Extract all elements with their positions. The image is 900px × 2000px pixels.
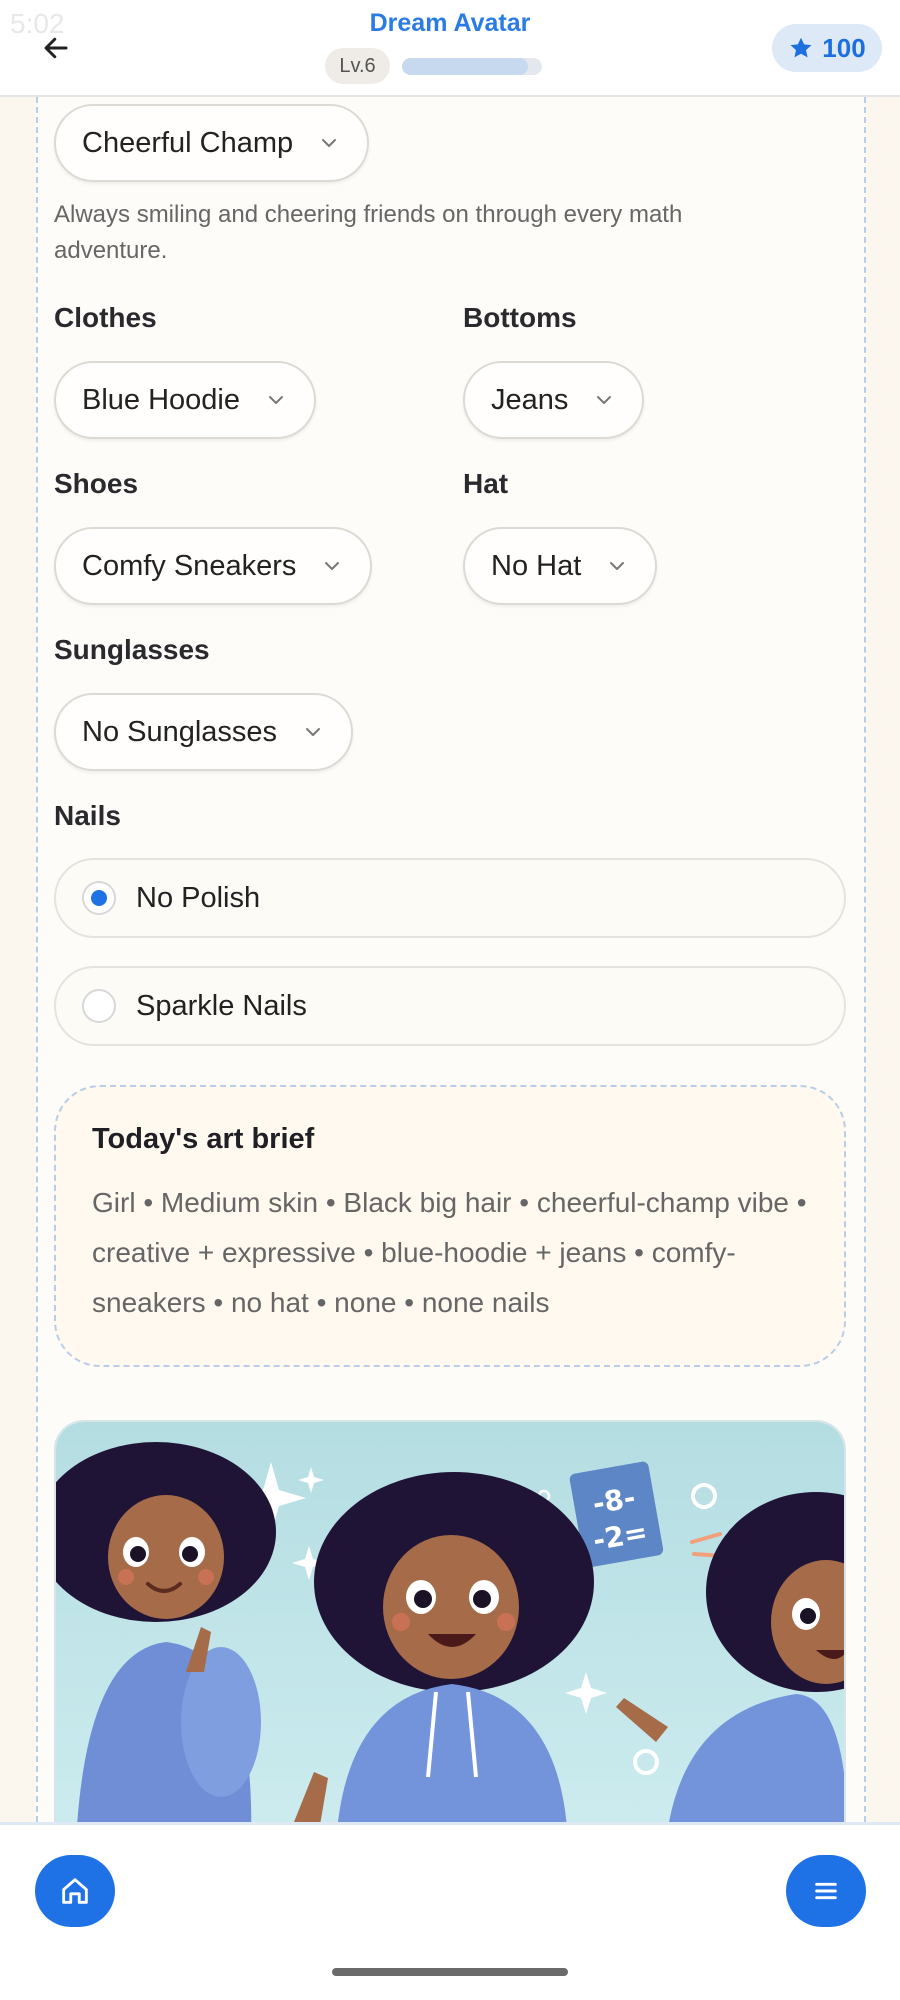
nails-option-no-polish[interactable]: No Polish (54, 858, 846, 938)
nails-option-sparkle-nails[interactable]: Sparkle Nails (54, 966, 846, 1046)
star-icon (790, 37, 812, 58)
radio-button[interactable] (82, 989, 116, 1023)
chevron-down-icon (301, 720, 325, 744)
art-brief-text: Girl • Medium skin • Black big hair • ch… (92, 1187, 807, 1318)
menu-icon (815, 1882, 837, 1900)
chevron-down-icon (605, 554, 629, 578)
hat-label: Hat (463, 468, 509, 499)
personality-value: Cheerful Champ (82, 126, 294, 159)
sunglasses-dropdown[interactable]: No Sunglasses (54, 693, 354, 771)
level-progress-bar (402, 58, 542, 75)
menu-button[interactable] (786, 1855, 866, 1927)
app-header: Dream Avatar Lv.6 100 (0, 0, 900, 97)
personality-dropdown[interactable]: Cheerful Champ (54, 104, 370, 182)
chevron-down-icon (592, 388, 616, 412)
avatar-art-image: -8- -2= (54, 1420, 846, 1822)
bottoms-label: Bottoms (463, 302, 577, 333)
chevron-down-icon (320, 554, 344, 578)
shoes-value: Comfy Sneakers (82, 549, 297, 582)
radio-button-selected[interactable] (82, 881, 116, 915)
hat-dropdown[interactable]: No Hat (463, 527, 658, 605)
art-brief-title: Today's art brief (92, 1123, 315, 1155)
nails-option-label: Sparkle Nails (136, 989, 307, 1022)
shoes-dropdown[interactable]: Comfy Sneakers (54, 527, 373, 605)
level-progress-fill (402, 58, 528, 75)
chevron-down-icon (317, 131, 341, 155)
clothes-label: Clothes (54, 302, 157, 333)
personality-description: Always smiling and cheering friends on t… (54, 201, 683, 264)
level-badge: Lv.6 (325, 48, 390, 84)
sunglasses-value: No Sunglasses (82, 715, 278, 748)
page-title: Dream Avatar (369, 9, 531, 37)
art-brief-card: Today's art brief Girl • Medium skin • B… (54, 1085, 846, 1367)
home-indicator (332, 1968, 568, 1976)
avatar-illustration: -8- -2= (56, 1422, 844, 1822)
shoes-label: Shoes (54, 468, 139, 499)
home-button[interactable] (35, 1855, 115, 1927)
stars-value: 100 (822, 32, 866, 63)
home-icon (62, 1878, 88, 1904)
sunglasses-label: Sunglasses (54, 634, 210, 665)
nails-label: Nails (54, 800, 121, 831)
bottoms-dropdown[interactable]: Jeans (463, 361, 645, 439)
chevron-down-icon (264, 388, 288, 412)
avatar-settings-panel[interactable]: Cheerful Champ Always smiling and cheeri… (36, 97, 866, 1822)
bottoms-value: Jeans (491, 383, 569, 416)
status-time: 5:02 (10, 8, 65, 39)
clothes-value: Blue Hoodie (82, 383, 240, 416)
clothes-dropdown[interactable]: Blue Hoodie (54, 361, 316, 439)
nails-option-label: No Polish (136, 881, 261, 914)
hat-value: No Hat (491, 549, 582, 582)
stars-counter[interactable]: 100 (772, 24, 882, 72)
